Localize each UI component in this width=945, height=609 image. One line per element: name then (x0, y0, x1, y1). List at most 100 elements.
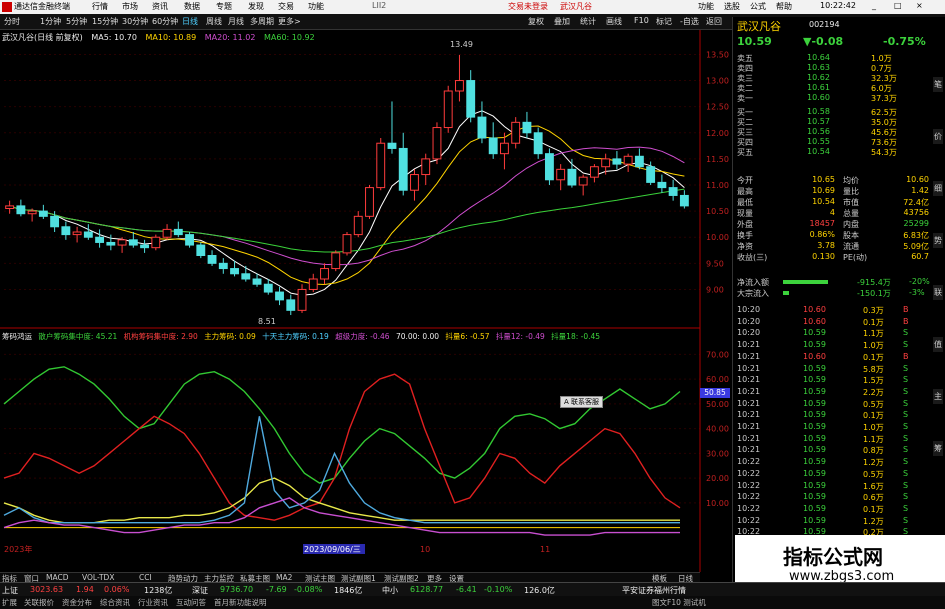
side-tab[interactable]: 联 (933, 285, 943, 300)
tick-price: 10.59 (803, 398, 826, 408)
function-link[interactable]: 互动问答 (176, 597, 206, 608)
period-day[interactable]: 日线 (182, 16, 198, 27)
side-tab[interactable]: 笔 (933, 77, 943, 92)
menu-zixun[interactable]: 资讯 (152, 1, 168, 12)
menu-faxian[interactable]: 发现 (248, 1, 264, 12)
app-title: 通达信金融终端 (14, 2, 70, 11)
ask-price: 10.63 (807, 63, 830, 72)
candle-body (196, 244, 206, 257)
menu-shuju[interactable]: 数据 (184, 1, 200, 12)
customer-service-button[interactable]: A 联系客服 (560, 396, 604, 408)
period-1min[interactable]: 1分钟 (40, 16, 61, 27)
ask-row[interactable]: 卖三 10.62 32.3万 (733, 73, 933, 83)
candle-body (117, 239, 127, 246)
stat-row: 外盘 18457 内盘 25299 (733, 219, 933, 229)
indicator-tab[interactable]: MA2 (276, 573, 292, 582)
side-tab[interactable]: 值 (933, 337, 943, 352)
side-tab[interactable]: 筹 (933, 441, 943, 456)
menu-jiaoyi[interactable]: 交易 (278, 1, 294, 12)
period-30min[interactable]: 30分钟 (122, 16, 148, 27)
index-pct: -0.10% (484, 585, 513, 594)
ask-row[interactable]: 卖五 10.64 1.0万 (733, 53, 933, 63)
period-5min[interactable]: 5分钟 (66, 16, 87, 27)
trade-login-link[interactable]: 交易未登录 (508, 1, 548, 12)
stat-row: 换手 0.86% 股本 6.83亿 (733, 230, 933, 240)
menu-gongshi[interactable]: 公式 (750, 1, 766, 12)
menu-bangzhu[interactable]: 帮助 (776, 1, 792, 12)
bid-row[interactable]: 买二 10.57 35.0万 (733, 117, 933, 127)
stock-name-link[interactable]: 武汉凡谷 (560, 1, 592, 12)
side-tab[interactable]: 势 (933, 233, 943, 248)
function-link[interactable]: 扩展 (2, 597, 17, 608)
period-fenshi[interactable]: 分时 (4, 16, 20, 27)
tick-volume: 2.2万 (863, 387, 884, 397)
kline-chart-svg[interactable]: 13.50 13.00 12.50 12.00 11.50 11.00 10.50 10.00… (0, 30, 732, 572)
period-15min[interactable]: 15分钟 (92, 16, 118, 27)
period-week[interactable]: 周线 (206, 16, 222, 27)
tool-tongji[interactable]: 统计 (580, 16, 596, 27)
period-more[interactable]: 更多> (278, 16, 301, 27)
bid-row[interactable]: 买四 10.55 73.6万 (733, 137, 933, 147)
tick-volume: 0.1万 (863, 352, 884, 362)
menu-shichang[interactable]: 市场 (122, 1, 138, 12)
kline-ytick-label: 12.50 (706, 103, 729, 112)
candle-body (601, 158, 611, 168)
stat-value: 0.86% (809, 230, 835, 239)
side-tab[interactable]: 主 (933, 389, 943, 404)
function-link[interactable]: 资金分布 (62, 597, 92, 608)
bid-row[interactable]: 买三 10.56 45.6万 (733, 127, 933, 137)
bid-row[interactable]: 买五 10.54 54.3万 (733, 147, 933, 157)
function-link[interactable]: 行业资讯 (138, 597, 168, 608)
bid-row[interactable]: 买一 10.58 62.5万 (733, 107, 933, 117)
tool-biaoji[interactable]: 标记 (656, 16, 672, 27)
tick-volume: 0.8万 (863, 446, 884, 456)
tool-huaxian[interactable]: 画线 (606, 16, 622, 27)
menu-zhuanti[interactable]: 专题 (216, 1, 232, 12)
menu-gongneng[interactable]: 功能 (308, 1, 324, 12)
candle-body (173, 228, 183, 236)
menu-function[interactable]: 功能 (698, 1, 714, 12)
menu-xuangu[interactable]: 选股 (724, 1, 740, 12)
index-statusbar: 上证 3023.63 1.94 0.06% 1238亿 深证 9736.70 -7.69 -0.… (0, 582, 945, 597)
tool-zixuan[interactable]: -自选 (680, 16, 699, 27)
stat-label: 市值 (843, 198, 859, 207)
indicator-header: 筹码鸿运 散户筹码集中度: 45.21 机构筹码集中度: 2.90 主力筹码: … (2, 331, 702, 342)
close-button[interactable]: × (916, 1, 923, 10)
maximize-button[interactable]: □ (894, 1, 902, 10)
indicator-tab[interactable]: MACD (46, 573, 68, 582)
tool-f10[interactable]: F10 (634, 16, 649, 25)
stat-label: 总量 (843, 209, 859, 218)
function-link[interactable]: 综合资讯 (100, 597, 130, 608)
minimize-button[interactable]: _ (872, 1, 876, 10)
stat-value: 1.42 (911, 186, 929, 195)
quote-price-row: 10.59 ▼-0.08 -0.75% (733, 35, 933, 49)
tool-back[interactable]: 返回 (706, 16, 722, 27)
function-link[interactable]: 首月新功能说明 (214, 597, 267, 608)
candle-body (668, 187, 678, 196)
tool-fuquan[interactable]: 复权 (528, 16, 544, 27)
indicator-tab[interactable]: VOL-TDX (82, 573, 114, 582)
ask-row[interactable]: 卖四 10.63 0.7万 (733, 63, 933, 73)
candle-body (500, 142, 509, 155)
tick-row: 10:21 10.60 0.1万 B (733, 352, 933, 362)
indicator-name[interactable]: 筹码鸿运 (2, 332, 32, 341)
tick-volume: 1.2万 (863, 458, 884, 468)
chart-area[interactable]: 13.50 13.00 12.50 12.00 11.50 11.00 10.50 10.00… (0, 30, 732, 585)
tick-time: 10:21 (737, 433, 761, 443)
period-multi[interactable]: 多周期 (250, 16, 274, 27)
period-60min[interactable]: 60分钟 (152, 16, 178, 27)
f10-link[interactable]: 图文F10 测试机 (652, 597, 706, 608)
function-link[interactable]: 关联报价 (24, 597, 54, 608)
tool-diejia[interactable]: 叠加 (554, 16, 570, 27)
indicator-tab[interactable]: CCI (139, 573, 152, 582)
period-month[interactable]: 月线 (228, 16, 244, 27)
menu-hangqing[interactable]: 行情 (92, 1, 108, 12)
kline-ytick-label: 10.50 (706, 207, 729, 216)
ind-sanhu: 散户筹码集中度: 45.21 (38, 332, 118, 341)
side-tab[interactable]: 细 (933, 181, 943, 196)
ask-row[interactable]: 卖一 10.60 37.3万 (733, 93, 933, 103)
ask-row[interactable]: 卖二 10.61 6.0万 (733, 83, 933, 93)
ma20-label: MA20: 11.02 (204, 33, 256, 42)
side-tab[interactable]: 价 (933, 129, 943, 144)
tick-row: 10:21 10.59 0.5万 S (733, 399, 933, 409)
